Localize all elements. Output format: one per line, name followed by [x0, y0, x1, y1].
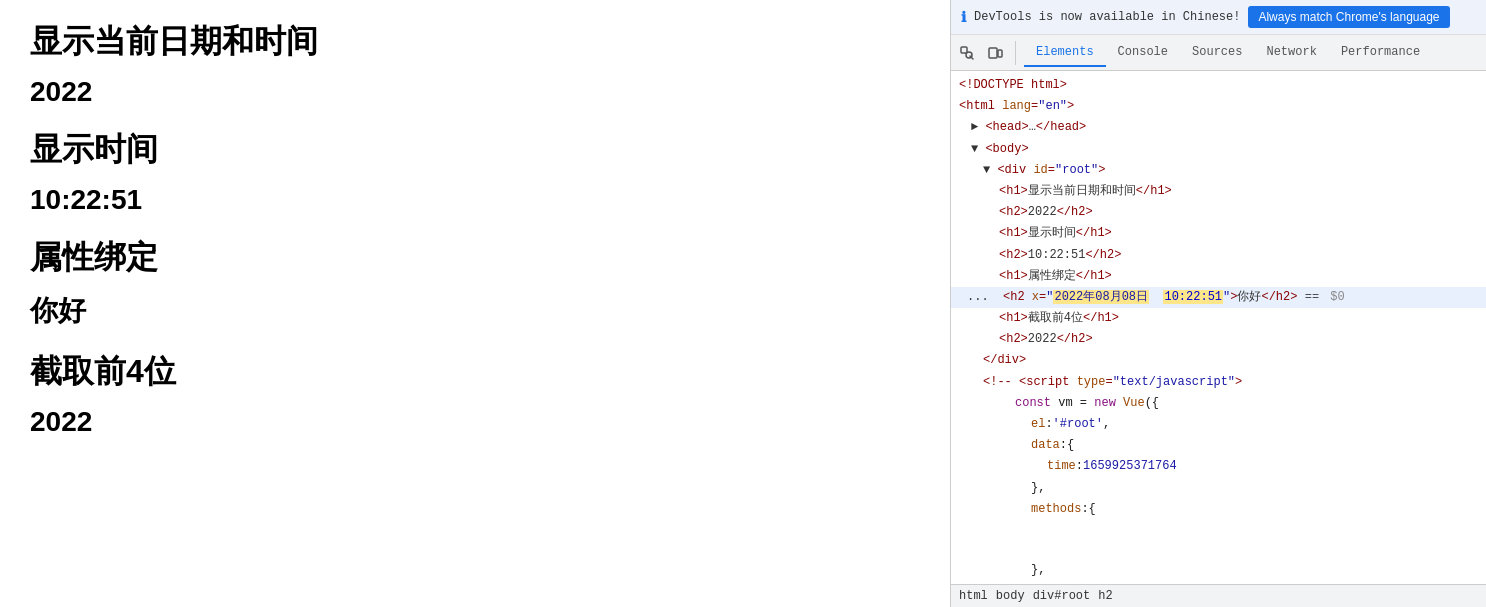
code-line-div-close: </div> [951, 350, 1486, 371]
svg-point-2 [966, 52, 972, 58]
code-line-head: ► <head>…</head> [951, 117, 1486, 138]
value-greeting: 你好 [30, 292, 920, 330]
code-line-js-5: }, [951, 478, 1486, 499]
breadcrumb-body[interactable]: body [996, 589, 1025, 603]
value-year-2: 2022 [30, 406, 920, 438]
code-line-h2-2: <h2>10:22:51</h2> [951, 245, 1486, 266]
code-line-h2-3: <h2>2022</h2> [951, 329, 1486, 350]
code-line-js-3: data:{ [951, 435, 1486, 456]
code-line-js-2: el:'#root', [951, 414, 1486, 435]
code-line-js-4: time:1659925371764 [951, 456, 1486, 477]
code-line-h1-4: <h1>截取前4位</h1> [951, 308, 1486, 329]
code-line-h1-3: <h1>属性绑定</h1> [951, 266, 1486, 287]
svg-rect-0 [961, 47, 967, 53]
devtools-tabs-bar: Elements Console Sources Network Perform… [951, 35, 1486, 71]
devtools-panel: ℹ DevTools is now available in Chinese! … [950, 0, 1486, 607]
code-line-doctype: <!DOCTYPE html> [951, 75, 1486, 96]
code-line-h2-1: <h2>2022</h2> [951, 202, 1486, 223]
code-line-h2-highlighted[interactable]: ... <h2 x="2022年08月08日 10:22:51">你好</h2>… [951, 287, 1486, 308]
breadcrumb-h2[interactable]: h2 [1098, 589, 1112, 603]
value-time: 10:22:51 [30, 184, 920, 216]
tab-performance[interactable]: Performance [1329, 39, 1432, 67]
infobar-text: DevTools is now available in Chinese! [974, 10, 1240, 24]
code-line-div-root: ▼ <div id="root"> [951, 160, 1486, 181]
code-line-body: ▼ <body> [951, 139, 1486, 160]
info-icon: ℹ [961, 9, 966, 26]
tab-network[interactable]: Network [1254, 39, 1328, 67]
device-toolbar-icon[interactable] [983, 41, 1007, 65]
code-line-js-6: methods:{ [951, 499, 1486, 520]
code-line-comment: <!-- <script type="text/javascript"> [951, 372, 1486, 393]
heading-4: 截取前4位 [30, 350, 920, 394]
heading-1: 显示当前日期和时间 [30, 20, 920, 64]
tab-elements[interactable]: Elements [1024, 39, 1106, 67]
code-line-html: <html lang="en"> [951, 96, 1486, 117]
svg-rect-4 [998, 50, 1002, 57]
match-language-button[interactable]: Always match Chrome's language [1248, 6, 1449, 28]
inspect-element-icon[interactable] [955, 41, 979, 65]
devtools-breadcrumb: html body div#root h2 [951, 584, 1486, 607]
tab-console[interactable]: Console [1106, 39, 1180, 67]
devtools-infobar: ℹ DevTools is now available in Chinese! … [951, 0, 1486, 35]
heading-3: 属性绑定 [30, 236, 920, 280]
heading-2: 显示时间 [30, 128, 920, 172]
code-line-h1-2: <h1>显示时间</h1> [951, 223, 1486, 244]
code-line-h1-1: <h1>显示当前日期和时间</h1> [951, 181, 1486, 202]
code-line-js-1: const vm = new Vue({ [951, 393, 1486, 414]
code-line-js-8: }, [951, 560, 1486, 581]
code-line-js-7 [951, 520, 1486, 560]
svg-rect-3 [989, 48, 997, 58]
main-content: 显示当前日期和时间 2022 显示时间 10:22:51 属性绑定 你好 截取前… [0, 0, 950, 607]
tab-sources[interactable]: Sources [1180, 39, 1254, 67]
breadcrumb-div-root[interactable]: div#root [1033, 589, 1091, 603]
devtools-code-view[interactable]: <!DOCTYPE html> <html lang="en"> ► <head… [951, 71, 1486, 584]
breadcrumb-html[interactable]: html [959, 589, 988, 603]
devtools-icon-group [955, 41, 1016, 65]
value-year-1: 2022 [30, 76, 920, 108]
